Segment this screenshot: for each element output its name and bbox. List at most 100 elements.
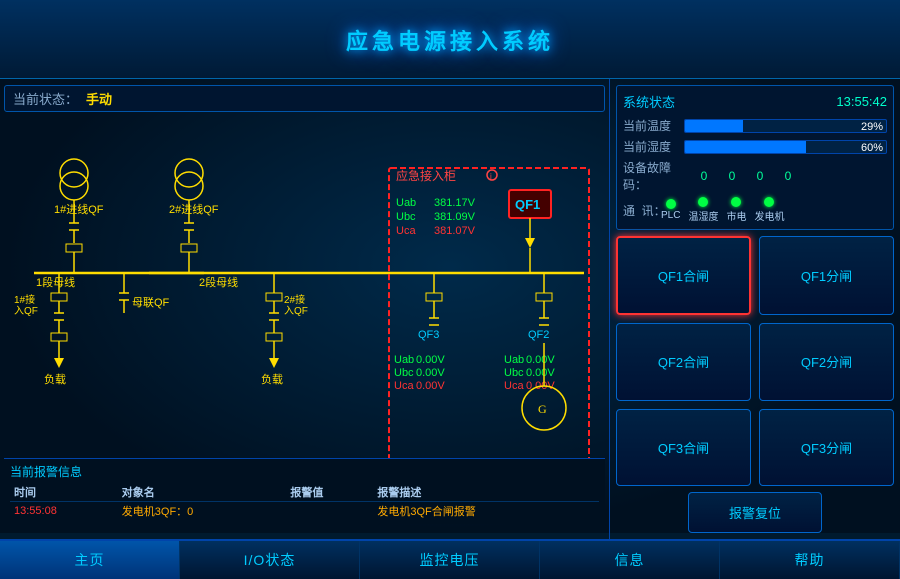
comm-mains-label: 市电 — [726, 208, 746, 223]
alarm-col-desc: 报警描述 — [373, 483, 599, 502]
svg-text:381.09V: 381.09V — [434, 211, 476, 223]
humidity-percent: 60% — [861, 141, 883, 154]
svg-text:Uab: Uab — [396, 197, 416, 209]
alarm-table: 时间 对象名 报警值 报警描述 13:55:08 发电机3QF：0 发电机3QF… — [10, 483, 599, 520]
page-title: 应急电源接入系统 — [0, 24, 900, 56]
schematic-svg: 1#进线QF 1段母线 2#进线QF — [4, 118, 594, 458]
alarm-section: 当前报警信息 时间 对象名 报警值 报警描述 13:55:08 发电机3QF：0 — [4, 458, 605, 524]
sys-status-header: 系统状态 13:55:42 — [623, 92, 887, 111]
qf3-close-button[interactable]: QF3合闸 — [616, 409, 751, 486]
comm-temp-indicator — [698, 197, 708, 207]
svg-text:1#进线QF: 1#进线QF — [54, 202, 104, 216]
reset-btn-row: 报警复位 — [616, 492, 894, 533]
comm-gen-label: 发电机 — [754, 208, 784, 223]
humidity-progress-fill — [685, 141, 806, 153]
svg-text:入QF: 入QF — [284, 306, 308, 317]
qf3-open-button[interactable]: QF3分闸 — [759, 409, 894, 486]
svg-text:1段母线: 1段母线 — [36, 275, 75, 289]
alarm-col-val: 报警值 — [286, 483, 373, 502]
svg-text:Uca: Uca — [394, 380, 414, 392]
alarm-col-time: 时间 — [10, 483, 118, 502]
alarm-val — [286, 502, 373, 521]
svg-text:QF3: QF3 — [418, 329, 439, 341]
comm-plc: PLC — [661, 199, 680, 221]
nav-info[interactable]: 信息 — [540, 541, 720, 579]
svg-text:1#接: 1#接 — [14, 293, 35, 306]
svg-text:QF1: QF1 — [515, 197, 540, 212]
svg-text:0.00V: 0.00V — [526, 367, 555, 379]
comm-gen: 发电机 — [754, 197, 784, 223]
comm-plc-label: PLC — [661, 210, 680, 221]
qf1-close-button[interactable]: QF1合闸 — [616, 236, 751, 315]
sys-status-box: 系统状态 13:55:42 当前温度 29% 当前湿度 60% — [616, 85, 894, 230]
alarm-desc: 发电机3QF合闸报警 — [373, 502, 599, 521]
fault-val-3: 0 — [776, 169, 800, 183]
svg-text:2段母线: 2段母线 — [199, 275, 238, 289]
nav-io[interactable]: I/O状态 — [180, 541, 360, 579]
svg-text:0.00V: 0.00V — [416, 380, 445, 392]
humidity-label: 当前湿度 — [623, 138, 678, 155]
nav-home[interactable]: 主页 — [0, 541, 180, 579]
main-layout: 当前状态： 手动 1#进线QF — [0, 79, 900, 539]
svg-text:2#接: 2#接 — [284, 293, 305, 306]
svg-text:0.00V: 0.00V — [416, 354, 445, 366]
svg-text:负载: 负载 — [261, 372, 283, 386]
comm-row: 通 讯： PLC 温湿度 市电 发电机 — [623, 197, 887, 223]
fault-val-1: 0 — [720, 169, 744, 183]
sys-status-title: 系统状态 — [623, 92, 675, 111]
fault-val-2: 0 — [748, 169, 772, 183]
svg-text:Ubc: Ubc — [396, 211, 416, 223]
svg-text:381.07V: 381.07V — [434, 225, 476, 237]
comm-temp: 温湿度 — [688, 197, 718, 223]
fault-row: 设备故障码： 0 0 0 0 — [623, 159, 887, 193]
temp-progress-bg: 29% — [684, 119, 887, 133]
svg-text:QF2: QF2 — [528, 329, 549, 341]
fault-label: 设备故障码： — [623, 159, 688, 193]
svg-text:Uab: Uab — [394, 354, 414, 366]
alarm-obj: 发电机3QF：0 — [118, 502, 287, 521]
comm-temp-label: 温湿度 — [688, 208, 718, 223]
qf1-open-button[interactable]: QF1分闸 — [759, 236, 894, 315]
temp-row: 当前温度 29% — [623, 117, 887, 134]
status-bar: 当前状态： 手动 — [4, 85, 605, 112]
nav-help[interactable]: 帮助 — [720, 541, 900, 579]
status-label: 当前状态： — [13, 89, 78, 108]
svg-text:Ubc: Ubc — [504, 367, 524, 379]
svg-text:G: G — [538, 402, 547, 416]
svg-text:Ubc: Ubc — [394, 367, 414, 379]
right-panel: 系统状态 13:55:42 当前温度 29% 当前湿度 60% — [610, 79, 900, 539]
nav-voltage[interactable]: 监控电压 — [360, 541, 540, 579]
status-value: 手动 — [86, 89, 112, 108]
system-time: 13:55:42 — [836, 94, 887, 109]
svg-text:2#进线QF: 2#进线QF — [169, 202, 219, 216]
bottom-nav: 主页 I/O状态 监控电压 信息 帮助 — [0, 539, 900, 579]
svg-text:i: i — [490, 172, 492, 181]
temp-percent: 29% — [861, 120, 883, 133]
svg-text:入QF: 入QF — [14, 306, 38, 317]
alarm-time: 13:55:08 — [10, 502, 118, 521]
alarm-reset-button[interactable]: 报警复位 — [688, 492, 822, 533]
svg-text:0.00V: 0.00V — [416, 367, 445, 379]
svg-text:Uca: Uca — [396, 225, 416, 237]
comm-mains-indicator — [731, 197, 741, 207]
humidity-progress-bg: 60% — [684, 140, 887, 154]
temp-progress-fill — [685, 120, 743, 132]
comm-gen-indicator — [764, 197, 774, 207]
svg-text:381.17V: 381.17V — [434, 197, 476, 209]
fault-val-0: 0 — [692, 169, 716, 183]
schematic-area: 1#进线QF 1段母线 2#进线QF — [4, 118, 605, 458]
control-buttons: QF1合闸 QF1分闸 QF2合闸 QF2分闸 QF3合闸 QF3分闸 — [616, 236, 894, 486]
qf2-close-button[interactable]: QF2合闸 — [616, 323, 751, 400]
alarm-title: 当前报警信息 — [10, 463, 599, 480]
temp-label: 当前温度 — [623, 117, 678, 134]
alarm-row: 13:55:08 发电机3QF：0 发电机3QF合闸报警 — [10, 502, 599, 521]
svg-text:母联QF: 母联QF — [132, 296, 170, 309]
svg-text:Uca: Uca — [504, 380, 524, 392]
svg-text:0.00V: 0.00V — [526, 354, 555, 366]
comm-mains: 市电 — [726, 197, 746, 223]
comm-plc-indicator — [666, 199, 676, 209]
svg-text:应急接入柜: 应急接入柜 — [396, 168, 456, 183]
alarm-col-obj: 对象名 — [118, 483, 287, 502]
humidity-row: 当前湿度 60% — [623, 138, 887, 155]
qf2-open-button[interactable]: QF2分闸 — [759, 323, 894, 400]
